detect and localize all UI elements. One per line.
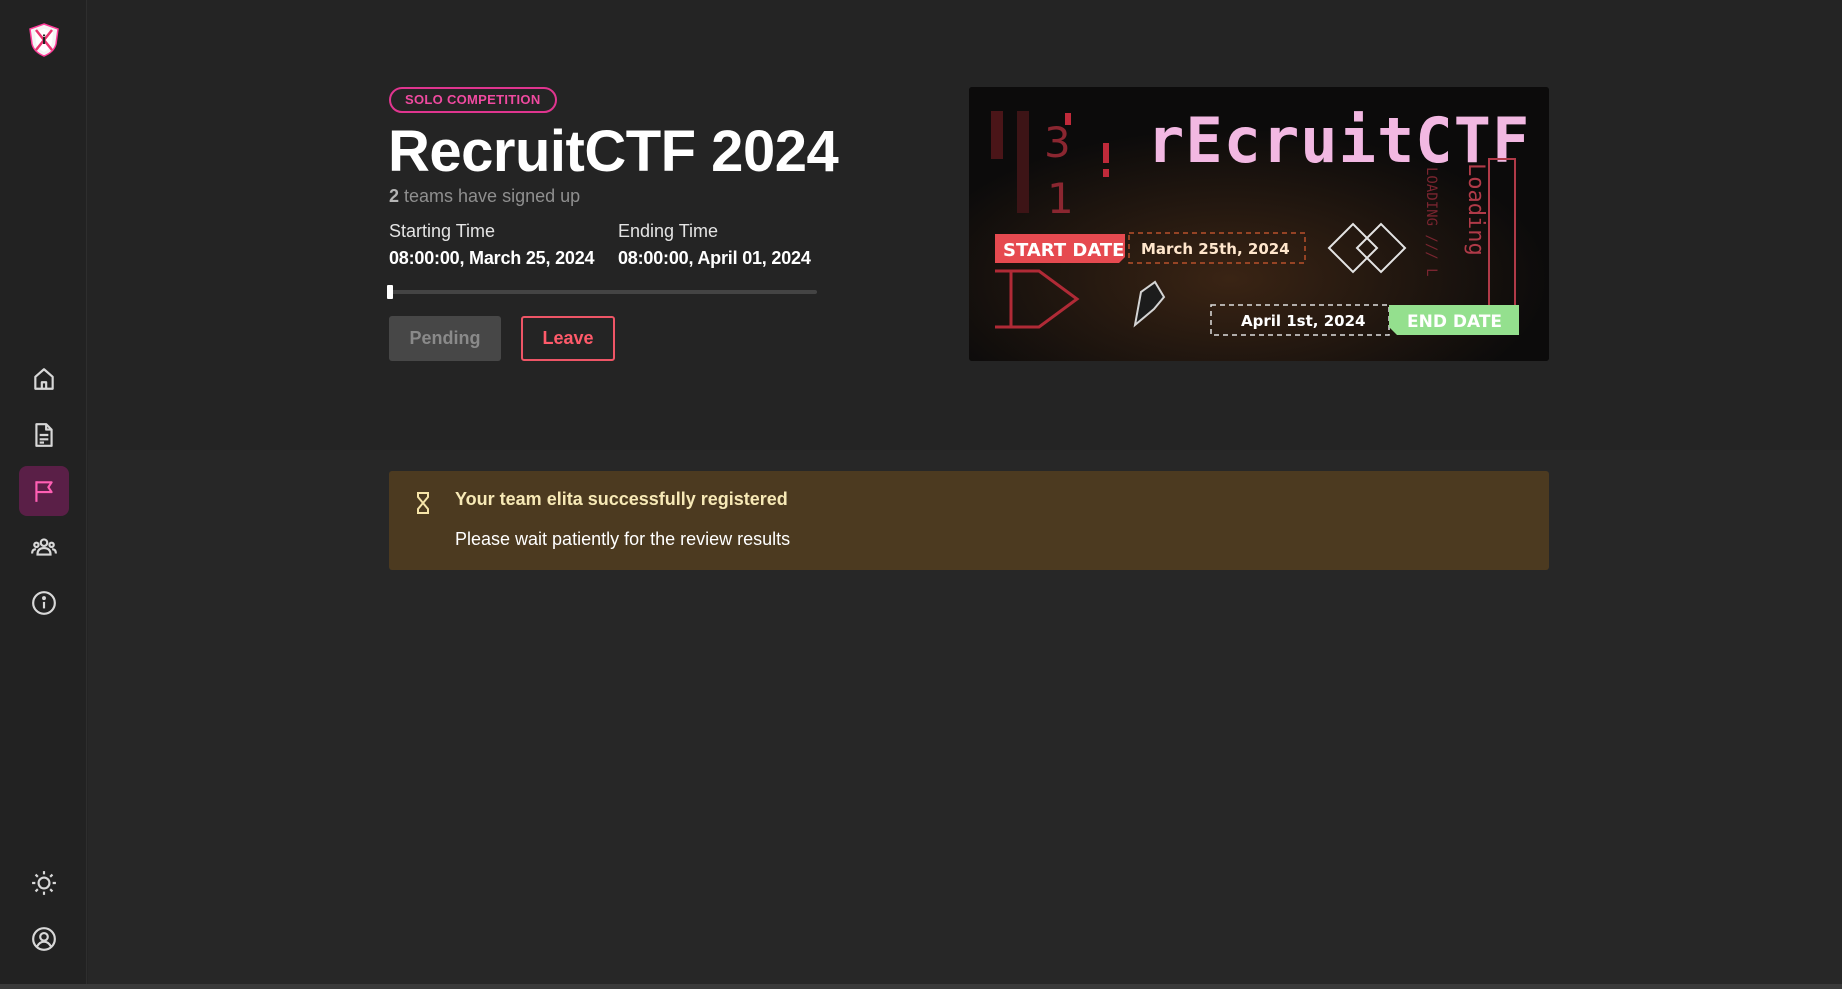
competition-type-badge: SOLO COMPETITION — [389, 87, 557, 113]
start-time-value: 08:00:00, March 25, 2024 — [389, 248, 595, 268]
theme-toggle[interactable] — [19, 858, 69, 908]
page-title: RecruitCTF 2024 — [388, 119, 839, 184]
nav-documents[interactable] — [19, 410, 69, 460]
user-account[interactable] — [19, 914, 69, 964]
registration-alert: Your team elita successfully registered … — [389, 471, 1549, 570]
home-icon — [34, 368, 54, 390]
ctf-shield-logo[interactable]: i — [26, 22, 62, 58]
signup-count-text: 2 teams have signed up — [389, 186, 580, 207]
start-time-label: Starting Time — [389, 221, 496, 241]
banner-end-tag: END DATE — [1407, 312, 1502, 332]
banner-number-3: 3 — [1044, 118, 1071, 167]
nav-teams[interactable] — [19, 522, 69, 572]
sidebar: i — [0, 0, 87, 989]
end-time-value: 08:00:00, April 01, 2024 — [618, 248, 811, 268]
theme-brightness-icon — [32, 871, 56, 895]
document-icon — [35, 423, 53, 447]
flag-icon — [35, 481, 53, 502]
competition-header — [88, 0, 1842, 450]
banner-number-1: 1 — [1047, 174, 1074, 223]
leave-button[interactable]: Leave — [521, 316, 615, 361]
pending-button[interactable]: Pending — [389, 316, 501, 361]
bottom-border — [0, 984, 1842, 989]
team-icon — [31, 538, 57, 556]
signup-count: 2 — [389, 186, 400, 206]
banner-art: 3 1 rEcruitCTF START DATE March 25th, 20… — [969, 87, 1549, 361]
info-icon — [32, 591, 56, 615]
alert-message: Please wait patiently for the review res… — [455, 529, 791, 549]
banner-start-date: March 25th, 2024 — [1141, 240, 1290, 258]
banner-end-date: April 1st, 2024 — [1241, 312, 1365, 330]
alert-title: Your team elita successfully registered — [455, 489, 788, 509]
end-time-label: Ending Time — [618, 221, 719, 241]
banner-loading-text: Loading — [1463, 163, 1488, 256]
banner-start-tag: START DATE — [1003, 240, 1124, 261]
progress-indicator — [387, 285, 393, 299]
competition-banner: 3 1 rEcruitCTF START DATE March 25th, 20… — [969, 87, 1549, 361]
banner-loading-small: LOADING /// L — [1423, 167, 1439, 277]
signup-text: teams have signed up — [399, 186, 581, 206]
nav-competitions[interactable] — [19, 466, 69, 516]
start-time: Starting Time 08:00:00, March 25, 2024 — [389, 219, 595, 273]
nav-info[interactable] — [19, 578, 69, 628]
user-account-icon — [32, 927, 56, 951]
hourglass-icon — [417, 492, 429, 514]
end-time: Ending Time 08:00:00, April 01, 2024 — [618, 219, 811, 273]
competition-progress-bar — [387, 290, 817, 294]
svg-text:i: i — [42, 33, 46, 47]
nav-home[interactable] — [19, 354, 69, 404]
